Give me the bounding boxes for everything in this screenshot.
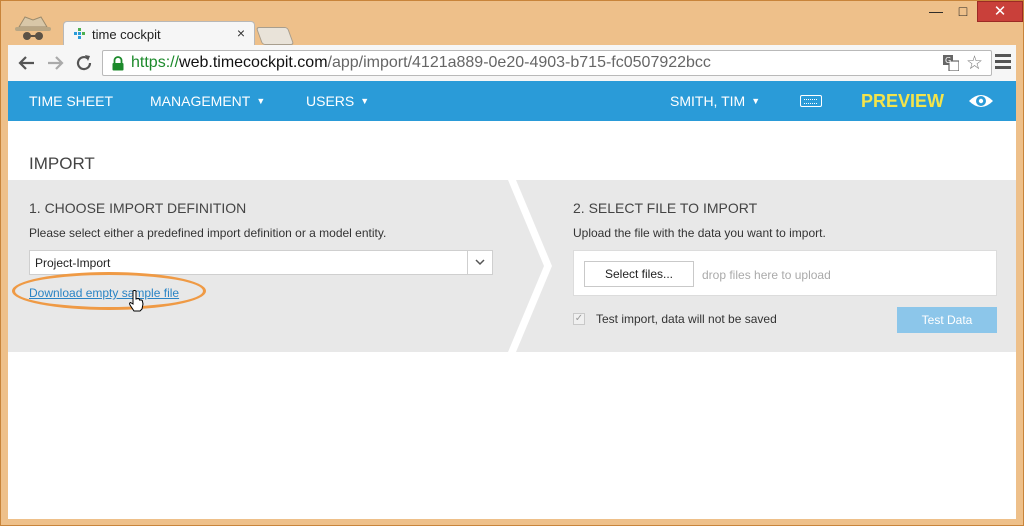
eye-icon[interactable] <box>968 92 994 110</box>
page-title: IMPORT <box>29 154 95 173</box>
forward-arrow-icon[interactable] <box>45 53 65 73</box>
url-text: https://web.timecockpit.com/app/import/4… <box>131 54 711 72</box>
nav-users[interactable]: USERS ▼ <box>306 93 369 109</box>
step2-description: Upload the file with the data you want t… <box>573 226 826 240</box>
bookmark-star-icon[interactable]: ☆ <box>966 52 983 75</box>
nav-management-label: MANAGEMENT <box>150 93 251 109</box>
address-bar[interactable]: https://web.timecockpit.com/app/import/4… <box>102 50 992 76</box>
browser-tab[interactable]: time cockpit × <box>63 21 255 46</box>
preview-label[interactable]: PREVIEW <box>861 91 944 112</box>
test-import-checkbox[interactable]: ✓ <box>573 313 585 325</box>
svg-text:G: G <box>945 56 951 65</box>
select-files-button[interactable]: Select files... <box>584 261 694 287</box>
chevron-down-icon: ▼ <box>751 96 761 106</box>
timecockpit-favicon-icon <box>74 28 85 39</box>
nav-time-sheet[interactable]: TIME SHEET <box>29 93 113 109</box>
keyboard-icon[interactable] <box>800 95 822 107</box>
tab-close-icon[interactable]: × <box>237 25 245 41</box>
back-arrow-icon[interactable] <box>17 53 37 73</box>
translate-icon[interactable]: G <box>943 55 959 71</box>
incognito-icon <box>15 16 51 40</box>
maximize-button[interactable]: □ <box>949 3 977 25</box>
import-panel: 1. CHOOSE IMPORT DEFINITION Please selec… <box>8 180 1016 352</box>
title-bar: time cockpit × — □ ✕ <box>1 1 1023 46</box>
step1-description: Please select either a predefined import… <box>29 226 387 240</box>
url-scheme: https:// <box>131 54 180 71</box>
step-divider <box>508 180 552 352</box>
url-path: /app/import/4121a889-0e20-4903-b715-fc05… <box>327 54 711 71</box>
app-content: TIME SHEET MANAGEMENT ▼ USERS ▼ SMITH, TIM… <box>8 81 1016 519</box>
nav-user-label: SMITH, TIM <box>670 93 746 109</box>
reload-icon[interactable] <box>74 53 94 73</box>
hand-cursor-icon <box>129 290 144 312</box>
browser-toolbar: https://web.timecockpit.com/app/import/4… <box>8 45 1016 82</box>
close-window-button[interactable]: ✕ <box>977 1 1023 22</box>
chrome-menu-icon[interactable] <box>995 54 1011 72</box>
nav-users-label: USERS <box>306 93 355 109</box>
select-value: Project-Import <box>35 256 111 270</box>
url-host: web.timecockpit.com <box>179 54 328 71</box>
test-import-label: Test import, data will not be saved <box>596 312 777 326</box>
chevron-down-icon: ▼ <box>256 96 266 106</box>
nav-management[interactable]: MANAGEMENT ▼ <box>150 93 265 109</box>
step2-title: 2. SELECT FILE TO IMPORT <box>573 200 758 216</box>
chevron-down-icon[interactable] <box>467 251 492 274</box>
app-nav-bar: TIME SHEET MANAGEMENT ▼ USERS ▼ SMITH, TIM… <box>8 81 1016 121</box>
minimize-button[interactable]: — <box>919 3 953 25</box>
chevron-down-icon: ▼ <box>360 96 370 106</box>
browser-window: time cockpit × — □ ✕ https://web.timecoc… <box>0 0 1024 526</box>
file-upload-area[interactable]: Select files... drop files here to uploa… <box>573 250 997 296</box>
lock-icon <box>112 56 124 71</box>
nav-user-menu[interactable]: SMITH, TIM ▼ <box>670 93 760 109</box>
test-data-button[interactable]: Test Data <box>897 307 997 333</box>
step1-title: 1. CHOOSE IMPORT DEFINITION <box>29 200 247 216</box>
download-sample-link[interactable]: Download empty sample file <box>29 286 179 300</box>
drop-hint: drop files here to upload <box>702 268 831 282</box>
tab-title: time cockpit <box>92 27 161 42</box>
new-tab-button[interactable] <box>255 27 295 45</box>
